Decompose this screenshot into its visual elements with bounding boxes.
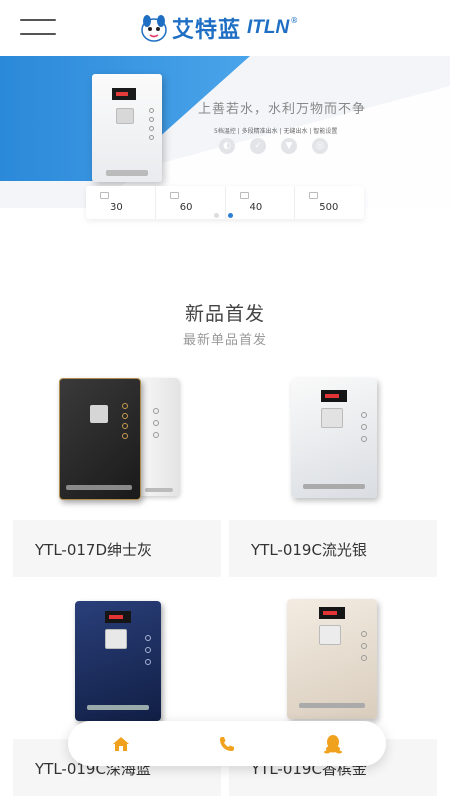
stat-icon [239,192,249,199]
section-subtitle: 最新单品首发 [182,333,267,348]
mascot-icon [141,15,167,42]
product-name-box: YTL-019C流光银 [229,520,437,577]
qq-icon [324,734,342,753]
product-image [229,372,437,519]
stat-icon [100,192,109,199]
bottom-nav-bar [68,721,386,766]
carousel-dots [214,213,242,218]
phone-icon [220,736,234,751]
logo-registered-mark: ® [290,16,299,25]
temperature-icon: ◐ [219,138,235,154]
logo-en: ITLN [247,17,290,38]
stat-item: 30 [86,186,156,219]
product-name: YTL-019C流光银 [251,541,367,559]
settings-icon: ◎ [312,138,328,154]
seamless-icon: ▼ [281,138,297,154]
home-button[interactable] [68,721,174,766]
stat-value: 40 [249,202,263,213]
phone-button[interactable] [174,721,280,766]
section-title: 新品首发 [184,303,265,325]
logo[interactable]: 艾特蓝 ITLN ® [138,8,298,48]
product-name: YTL-017D绅士灰 [35,541,153,559]
menu-icon[interactable] [20,17,56,39]
stat-icon [169,192,179,199]
precise-outflow-icon: ✓ [250,138,266,154]
stat-value: 500 [319,202,339,213]
carousel-dot-1[interactable] [214,213,219,218]
logo-cn: 艾特蓝 [172,18,242,43]
stat-item: 500 [295,186,364,219]
banner-slogan: 上善若水，水利万物而不争 [198,102,367,117]
product-name-box: YTL-017D绅士灰 [13,520,221,577]
banner-feature-icons: ◐ ✓ ▼ ◎ [219,138,343,154]
banner-product-image [92,74,162,182]
carousel-dot-2[interactable] [228,213,233,218]
stat-value: 30 [110,202,123,213]
banner-features: 5档温控 | 多段精准出水 | 无缝出水 | 智能设置 [214,128,338,135]
product-image [13,372,221,519]
header: 艾特蓝 ITLN ® [0,0,450,56]
stat-icon [309,192,319,199]
stat-value: 60 [179,202,193,213]
home-icon [113,736,129,751]
qq-button[interactable] [280,721,386,766]
